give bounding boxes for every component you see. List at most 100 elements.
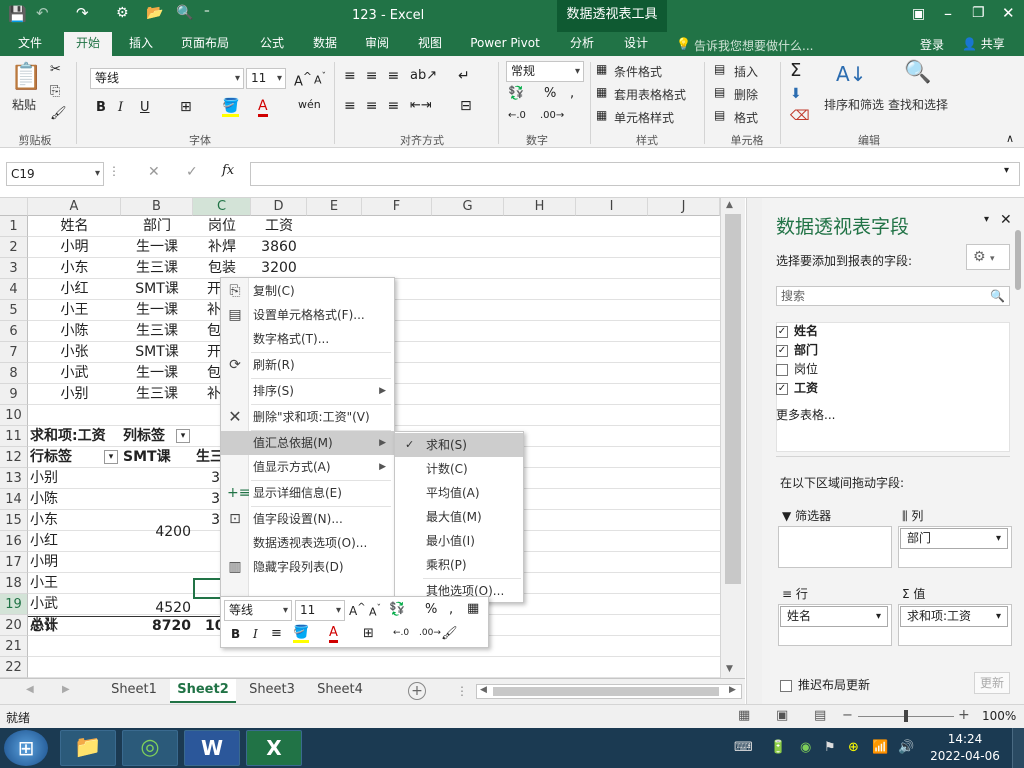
paste-icon[interactable]: 📋: [10, 62, 44, 92]
cell-C4[interactable]: 开: [207, 279, 221, 300]
name-box[interactable]: C19: [6, 162, 104, 186]
zoom-in-icon[interactable]: +: [958, 707, 970, 723]
submenu-item-average[interactable]: 平均值(A): [395, 481, 523, 505]
cut-icon[interactable]: ✂: [50, 62, 61, 77]
enter-icon[interactable]: ✓: [186, 164, 198, 180]
cell-A1[interactable]: 姓名: [28, 216, 121, 237]
mini-align-icon[interactable]: ≡: [271, 626, 282, 641]
fill-color-icon[interactable]: 🪣: [222, 98, 240, 117]
submenu-item-max[interactable]: 最大值(M): [395, 505, 523, 529]
volume-icon[interactable]: 🔊: [898, 740, 914, 755]
insert-function-icon[interactable]: fx: [222, 163, 234, 178]
save-icon[interactable]: 💾: [8, 5, 27, 23]
clear-icon[interactable]: ⌫: [790, 108, 810, 124]
row-header[interactable]: 7: [0, 342, 28, 363]
sheet-tab-3[interactable]: Sheet3: [240, 679, 304, 703]
cell-B1[interactable]: 部门: [121, 216, 193, 237]
autosum-icon[interactable]: Σ: [790, 60, 801, 81]
cond-format-icon[interactable]: ▦: [596, 62, 607, 76]
sort-filter-icon[interactable]: A↓: [836, 62, 866, 86]
borders-icon[interactable]: ⊞: [180, 99, 192, 115]
undo-icon[interactable]: ↶: [36, 4, 49, 22]
cell-style-icon[interactable]: ▦: [596, 108, 607, 122]
field-item[interactable]: ✓ 姓名: [776, 322, 1010, 341]
pivot-b16[interactable]: 4200: [123, 522, 191, 543]
wrap-text-icon[interactable]: ↵: [458, 68, 470, 84]
tab-formulas[interactable]: 公式: [250, 32, 294, 56]
print-preview-icon[interactable]: 🔍: [176, 5, 193, 21]
mini-borders-icon[interactable]: ⊞: [363, 626, 374, 641]
cell-D1[interactable]: 工资: [251, 216, 307, 237]
login-button[interactable]: 登录: [920, 36, 944, 53]
font-size-combo[interactable]: 11: [246, 68, 286, 89]
row-header[interactable]: 14: [0, 489, 28, 510]
cell-A5[interactable]: 小王: [28, 300, 121, 321]
tray-app-icon[interactable]: 🔋: [770, 740, 786, 755]
values-field-chip[interactable]: 求和项:工资: [900, 606, 1008, 627]
pivot-col-sheng[interactable]: 生三: [196, 447, 220, 468]
row-header[interactable]: 4: [0, 279, 28, 300]
mini-comma-icon[interactable]: ,: [449, 602, 453, 617]
mini-size-combo[interactable]: 11: [295, 600, 345, 621]
cell-D3[interactable]: 3200: [251, 258, 307, 279]
mini-decrease-font-icon[interactable]: Aˇ: [369, 603, 381, 619]
col-header[interactable]: E: [307, 198, 362, 216]
add-sheet-icon[interactable]: +: [408, 682, 426, 700]
find-select-button[interactable]: 查找和选择: [888, 96, 948, 113]
row-header[interactable]: 6: [0, 321, 28, 342]
vertical-align-icons[interactable]: ≡≡≡: [344, 68, 409, 84]
decrease-font-icon[interactable]: Aˇ: [314, 71, 326, 87]
col-header[interactable]: D: [251, 198, 307, 216]
cell-C6[interactable]: 包: [207, 321, 221, 342]
share-button[interactable]: 👤 共享: [956, 32, 1014, 56]
network-icon[interactable]: 📶: [872, 740, 888, 755]
cell-A7[interactable]: 小张: [28, 342, 121, 363]
close-icon[interactable]: ✕: [1002, 4, 1015, 22]
percent-icon[interactable]: %: [544, 86, 556, 101]
pivot-row-name[interactable]: 小红: [30, 531, 121, 552]
mini-percent-icon[interactable]: %: [425, 602, 437, 617]
clock-time[interactable]: 14:24: [926, 732, 1004, 746]
tab-analyze[interactable]: 分析: [560, 32, 604, 56]
show-desktop-button[interactable]: [1012, 728, 1024, 768]
phonetic-icon[interactable]: wén: [298, 98, 321, 111]
pane-splitter[interactable]: [746, 198, 762, 704]
pivot-c21[interactable]: 10: [205, 616, 221, 637]
tab-view[interactable]: 视图: [408, 32, 452, 56]
cell-C2[interactable]: 补焊: [193, 237, 251, 258]
tab-file[interactable]: 文件: [8, 32, 52, 56]
minimize-icon[interactable]: –: [944, 4, 952, 23]
field-item[interactable]: ✓ 工资: [776, 379, 1010, 398]
page-break-icon[interactable]: ▤: [814, 708, 826, 723]
insert-cells-button[interactable]: 插入: [734, 63, 758, 80]
col-header[interactable]: H: [504, 198, 576, 216]
customize-qat-icon[interactable]: ⁼: [204, 6, 210, 19]
merge-icon[interactable]: ⊟: [460, 98, 472, 114]
tab-design[interactable]: 设计: [614, 32, 658, 56]
restore-icon[interactable]: ❐: [972, 5, 985, 21]
cell-B2[interactable]: 生一课: [121, 237, 193, 258]
tab-power-pivot[interactable]: Power Pivot: [462, 32, 548, 56]
vertical-scrollbar[interactable]: ▲ ▼: [720, 198, 745, 678]
scroll-left-icon[interactable]: ◀: [480, 685, 487, 695]
cell-C9[interactable]: 补: [207, 384, 221, 405]
pivot-row-name[interactable]: 小王: [30, 573, 121, 594]
h-scroll-thumb[interactable]: [493, 687, 719, 696]
row-header[interactable]: 3: [0, 258, 28, 279]
next-sheet-icon[interactable]: ▶: [62, 684, 70, 695]
cell-C1[interactable]: 岗位: [193, 216, 251, 237]
menu-item-copy[interactable]: ⎘ 复制(C): [221, 279, 394, 303]
row-header[interactable]: 22: [0, 657, 28, 678]
zoom-slider-thumb[interactable]: [904, 710, 908, 722]
menu-item-value-field-settings[interactable]: ⊡ 值字段设置(N)...: [221, 507, 394, 531]
col-filter-dropdown-icon[interactable]: ▾: [176, 429, 190, 443]
pivot-c14[interactable]: 3: [196, 489, 220, 510]
defer-update-checkbox[interactable]: 推迟布局更新: [780, 676, 870, 693]
font-color-icon[interactable]: A: [258, 98, 268, 117]
pivot-c15[interactable]: 3: [196, 510, 220, 531]
zoom-out-icon[interactable]: −: [842, 708, 853, 723]
row-header[interactable]: 1: [0, 216, 28, 237]
insert-cells-icon[interactable]: ▤: [714, 62, 725, 76]
cell-B4[interactable]: SMT课: [121, 279, 193, 300]
cell-A2[interactable]: 小明: [28, 237, 121, 258]
